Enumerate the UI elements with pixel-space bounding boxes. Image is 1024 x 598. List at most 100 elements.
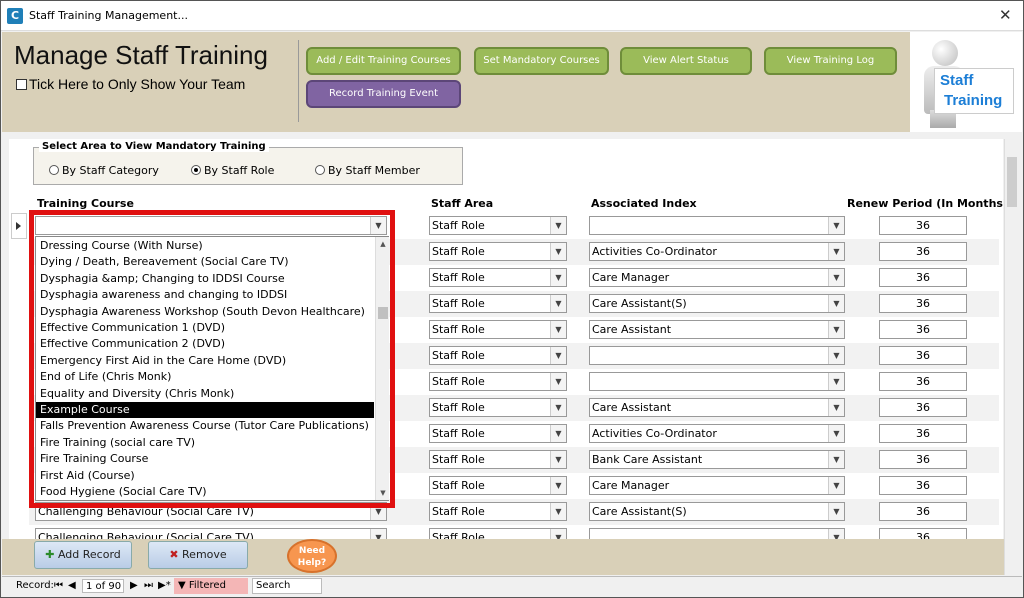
- add-record-button[interactable]: ✚ Add Record: [34, 541, 132, 569]
- associated-index-combo[interactable]: ▼: [589, 372, 845, 391]
- renew-period-field[interactable]: 36: [879, 320, 967, 339]
- renew-period-field[interactable]: 36: [879, 242, 967, 261]
- chevron-down-icon[interactable]: ▼: [828, 373, 844, 390]
- view-alert-status-button[interactable]: View Alert Status: [620, 47, 752, 75]
- add-edit-courses-button[interactable]: Add / Edit Training Courses: [306, 47, 461, 75]
- associated-index-value: Care Assistant: [592, 401, 672, 414]
- associated-index-combo[interactable]: Care Assistant ▼: [589, 320, 845, 339]
- chevron-down-icon[interactable]: ▼: [550, 503, 566, 520]
- associated-index-combo[interactable]: Care Manager ▼: [589, 268, 845, 287]
- staff-area-value: Staff Role: [432, 505, 485, 518]
- chevron-down-icon[interactable]: ▼: [550, 295, 566, 312]
- associated-index-combo[interactable]: ▼: [589, 216, 845, 235]
- chevron-down-icon[interactable]: ▼: [828, 269, 844, 286]
- app-icon: C: [7, 8, 23, 24]
- chevron-down-icon[interactable]: ▼: [828, 217, 844, 234]
- filtered-toggle[interactable]: ▼ Filtered: [174, 578, 248, 594]
- chevron-down-icon[interactable]: ▼: [828, 295, 844, 312]
- form-vertical-scrollbar[interactable]: [1004, 139, 1019, 575]
- radio-by-staff-category[interactable]: By Staff Category: [49, 164, 159, 177]
- search-input[interactable]: Search: [252, 578, 322, 594]
- chevron-down-icon[interactable]: ▼: [550, 217, 566, 234]
- radio-icon[interactable]: [49, 165, 59, 175]
- radio-by-staff-member[interactable]: By Staff Member: [315, 164, 420, 177]
- view-training-log-button[interactable]: View Training Log: [764, 47, 897, 75]
- staff-area-combo[interactable]: Staff Role ▼: [429, 294, 567, 313]
- prev-record-icon[interactable]: ◀: [68, 579, 76, 593]
- record-label: Record:: [16, 580, 54, 591]
- chevron-down-icon[interactable]: ▼: [550, 347, 566, 364]
- staff-area-combo[interactable]: Staff Role ▼: [429, 398, 567, 417]
- chevron-down-icon[interactable]: ▼: [550, 451, 566, 468]
- chevron-down-icon[interactable]: ▼: [550, 243, 566, 260]
- chevron-down-icon[interactable]: ▼: [550, 373, 566, 390]
- chevron-down-icon[interactable]: ▼: [550, 477, 566, 494]
- checkbox-icon[interactable]: [16, 79, 27, 90]
- first-record-icon[interactable]: ⏮: [54, 579, 63, 593]
- help-line-1: Need: [298, 546, 326, 556]
- staff-area-combo[interactable]: Staff Role ▼: [429, 320, 567, 339]
- team-only-checkbox[interactable]: Tick Here to Only Show Your Team: [16, 76, 245, 92]
- chevron-down-icon[interactable]: ▼: [550, 425, 566, 442]
- staff-area-value: Staff Role: [432, 219, 485, 232]
- associated-index-combo[interactable]: Activities Co-Ordinator ▼: [589, 424, 845, 443]
- chevron-down-icon[interactable]: ▼: [828, 425, 844, 442]
- renew-period-field[interactable]: 36: [879, 216, 967, 235]
- associated-index-combo[interactable]: Activities Co-Ordinator ▼: [589, 242, 845, 261]
- associated-index-combo[interactable]: Bank Care Assistant ▼: [589, 450, 845, 469]
- staff-area-combo[interactable]: Staff Role ▼: [429, 372, 567, 391]
- staff-area-combo[interactable]: Staff Role ▼: [429, 216, 567, 235]
- chevron-down-icon[interactable]: ▼: [550, 399, 566, 416]
- column-header-area: Staff Area: [431, 197, 494, 210]
- staff-area-combo[interactable]: Staff Role ▼: [429, 476, 567, 495]
- chevron-down-icon[interactable]: ▼: [550, 321, 566, 338]
- record-training-event-button[interactable]: Record Training Event: [306, 80, 461, 108]
- renew-period-field[interactable]: 36: [879, 294, 967, 313]
- associated-index-combo[interactable]: Care Manager ▼: [589, 476, 845, 495]
- add-record-label: Add Record: [57, 548, 121, 561]
- close-icon[interactable]: ✕: [999, 6, 1012, 24]
- column-header-renew: Renew Period (In Months): [847, 197, 1008, 210]
- renew-period-field[interactable]: 36: [879, 398, 967, 417]
- renew-period-field[interactable]: 36: [879, 502, 967, 521]
- staff-area-combo[interactable]: Staff Role ▼: [429, 502, 567, 521]
- form-scroll-thumb[interactable]: [1007, 157, 1017, 207]
- set-mandatory-button[interactable]: Set Mandatory Courses: [474, 47, 609, 75]
- chevron-down-icon[interactable]: ▼: [550, 269, 566, 286]
- staff-area-value: Staff Role: [432, 297, 485, 310]
- chevron-down-icon[interactable]: ▼: [828, 243, 844, 260]
- associated-index-combo[interactable]: Care Assistant(S) ▼: [589, 502, 845, 521]
- next-record-icon[interactable]: ▶: [130, 579, 138, 593]
- chevron-down-icon[interactable]: ▼: [828, 477, 844, 494]
- need-help-button[interactable]: Need Help?: [287, 539, 337, 573]
- staff-area-combo[interactable]: Staff Role ▼: [429, 346, 567, 365]
- chevron-down-icon[interactable]: ▼: [828, 451, 844, 468]
- associated-index-combo[interactable]: Care Assistant(S) ▼: [589, 294, 845, 313]
- renew-period-field[interactable]: 36: [879, 450, 967, 469]
- staff-area-combo[interactable]: Staff Role ▼: [429, 450, 567, 469]
- associated-index-combo[interactable]: Care Assistant ▼: [589, 398, 845, 417]
- staff-area-value: Staff Role: [432, 245, 485, 258]
- chevron-down-icon[interactable]: ▼: [828, 321, 844, 338]
- radio-selected-icon[interactable]: [191, 165, 201, 175]
- current-record-selector[interactable]: [11, 213, 27, 239]
- chevron-down-icon[interactable]: ▼: [828, 347, 844, 364]
- remove-record-button[interactable]: ✖ Remove Record: [148, 541, 248, 587]
- renew-period-field[interactable]: 36: [879, 346, 967, 365]
- renew-period-field[interactable]: 36: [879, 424, 967, 443]
- staff-area-combo[interactable]: Staff Role ▼: [429, 242, 567, 261]
- staff-area-combo[interactable]: Staff Role ▼: [429, 424, 567, 443]
- associated-index-combo[interactable]: ▼: [589, 346, 845, 365]
- renew-period-field[interactable]: 36: [879, 372, 967, 391]
- renew-period-field[interactable]: 36: [879, 268, 967, 287]
- record-position[interactable]: 1 of 90: [82, 579, 124, 593]
- new-record-icon[interactable]: ▶*: [158, 579, 171, 593]
- associated-index-value: Activities Co-Ordinator: [592, 427, 717, 440]
- renew-period-field[interactable]: 36: [879, 476, 967, 495]
- chevron-down-icon[interactable]: ▼: [828, 399, 844, 416]
- last-record-icon[interactable]: ⏭: [144, 579, 153, 593]
- radio-icon[interactable]: [315, 165, 325, 175]
- radio-by-staff-role[interactable]: By Staff Role: [191, 164, 274, 177]
- staff-area-combo[interactable]: Staff Role ▼: [429, 268, 567, 287]
- chevron-down-icon[interactable]: ▼: [828, 503, 844, 520]
